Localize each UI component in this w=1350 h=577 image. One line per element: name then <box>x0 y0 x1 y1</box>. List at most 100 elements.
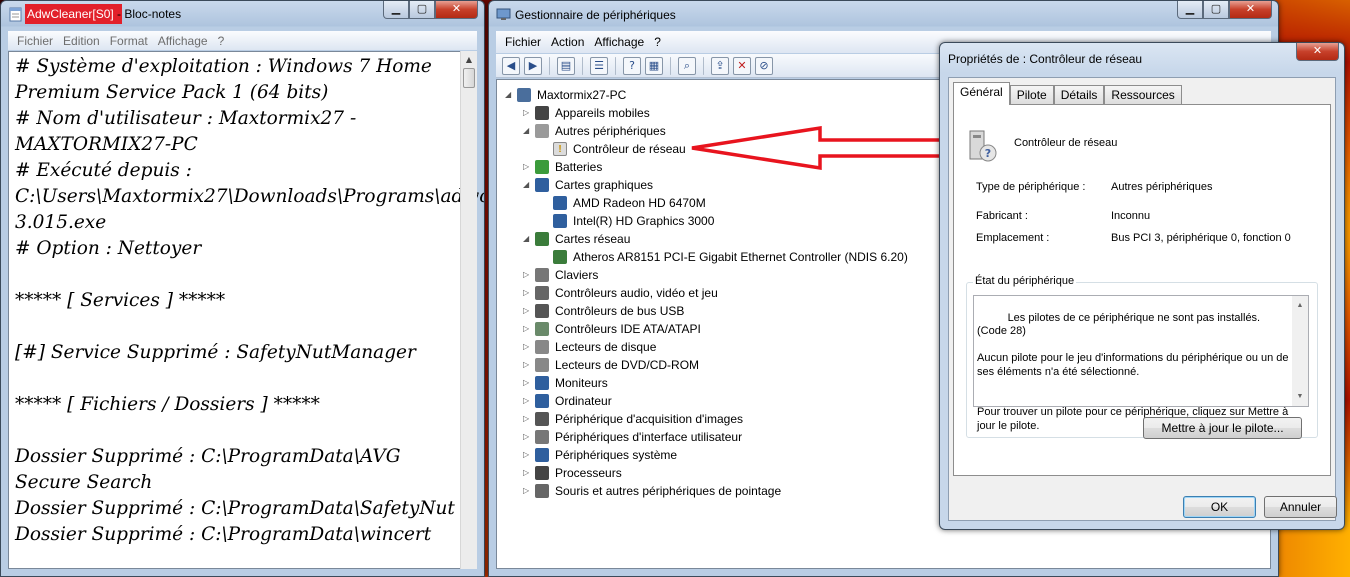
unknown-device-icon: ? <box>969 130 997 162</box>
expand-icon[interactable]: ▷ <box>523 338 529 356</box>
tree-item-label: Claviers <box>555 268 599 282</box>
menu-fichier[interactable]: Fichier <box>500 35 546 49</box>
maximize-button[interactable]: ▢ <box>1203 1 1229 19</box>
expand-icon[interactable]: ▷ <box>523 158 529 176</box>
tab-ressources[interactable]: Ressources <box>1104 85 1182 105</box>
ide-controller-icon <box>535 322 549 336</box>
tab-general[interactable]: Général <box>953 82 1010 105</box>
menu-format[interactable]: Format <box>105 34 153 48</box>
unknown-device-icon <box>535 124 549 138</box>
collapse-icon[interactable]: ◢ <box>505 86 511 104</box>
mobile-device-icon <box>535 106 549 120</box>
speaker-icon <box>535 286 549 300</box>
status-group-title: État du périphérique <box>973 275 1077 287</box>
collapse-icon[interactable]: ◢ <box>523 230 529 248</box>
expand-icon[interactable]: ▷ <box>523 104 529 122</box>
title-app-name: - Bloc-notes <box>113 7 182 21</box>
usb-icon <box>535 304 549 318</box>
view-icon[interactable]: ▦ <box>645 56 663 75</box>
expand-icon[interactable]: ▷ <box>523 392 529 410</box>
collapse-icon[interactable]: ◢ <box>523 122 529 140</box>
tree-item-label: Atheros AR8151 PCI-E Gigabit Ethernet Co… <box>573 250 908 264</box>
properties-icon[interactable]: ☰ <box>590 56 608 75</box>
close-button[interactable]: ✕ <box>1296 43 1339 61</box>
expand-icon[interactable]: ▷ <box>523 302 529 320</box>
expand-icon[interactable]: ▷ <box>523 284 529 302</box>
dvd-drive-icon <box>535 358 549 372</box>
tree-item-label: Batteries <box>555 160 603 174</box>
menu-affichage[interactable]: Affichage <box>589 35 649 49</box>
scan-hardware-icon[interactable]: ⌕ <box>678 56 696 75</box>
tree-item-label: Cartes graphiques <box>555 178 654 192</box>
monitor-icon <box>535 376 549 390</box>
battery-icon <box>535 160 549 174</box>
vertical-scrollbar[interactable]: ▲ <box>460 51 477 569</box>
scroll-up-icon[interactable]: ▲ <box>461 51 477 68</box>
tree-item-label: Contrôleurs audio, vidéo et jeu <box>555 286 718 300</box>
minimize-button[interactable]: ▁ <box>1177 1 1203 19</box>
type-value: Autres périphériques <box>1111 181 1213 193</box>
scroll-thumb[interactable] <box>463 68 475 88</box>
expand-icon[interactable]: ▷ <box>523 374 529 392</box>
status-scrollbar[interactable]: ▲ ▼ <box>1292 296 1308 406</box>
collapse-icon[interactable]: ◢ <box>523 176 529 194</box>
back-arrow-icon[interactable]: ◀ <box>502 56 520 75</box>
props-titlebar[interactable]: Propriétés de : Contrôleur de réseau ✕ <box>940 43 1344 71</box>
window-title: Gestionnaire de périphériques <box>515 8 676 22</box>
help-icon[interactable]: ? <box>623 56 641 75</box>
menu-help[interactable]: ? <box>649 35 666 49</box>
expand-icon[interactable]: ▷ <box>523 410 529 428</box>
expand-icon[interactable]: ▷ <box>523 320 529 338</box>
expand-icon[interactable]: ▷ <box>523 464 529 482</box>
menu-edition[interactable]: Edition <box>58 34 105 48</box>
devmgr-titlebar[interactable]: Gestionnaire de périphériques ▁ ▢ ✕ <box>489 1 1278 29</box>
display-adapter-icon <box>535 178 549 192</box>
processor-icon <box>535 466 549 480</box>
forward-arrow-icon[interactable]: ▶ <box>524 56 542 75</box>
expand-icon[interactable]: ▷ <box>523 446 529 464</box>
menu-fichier[interactable]: Fichier <box>12 34 58 48</box>
dialog-title: Propriétés de : Contrôleur de réseau <box>948 52 1143 66</box>
expand-icon[interactable]: ▷ <box>523 266 529 284</box>
maximize-button[interactable]: ▢ <box>409 1 435 19</box>
disk-drive-icon <box>535 340 549 354</box>
hid-icon <box>535 430 549 444</box>
title-highlight-text: AdwCleaner[S0] <box>27 7 114 21</box>
tree-item-label: Périphériques système <box>555 448 678 462</box>
expand-icon[interactable]: ▷ <box>523 356 529 374</box>
expand-icon[interactable]: ▷ <box>523 428 529 446</box>
menu-help[interactable]: ? <box>213 34 230 48</box>
red-arrow-annotation <box>691 125 946 171</box>
document-text[interactable]: # Système d'exploitation : Windows 7 Hom… <box>15 54 484 548</box>
menu-action[interactable]: Action <box>546 35 589 49</box>
window-title: AdwCleaner[S0] - Bloc-notes <box>27 7 181 21</box>
tree-item-label: Moniteurs <box>555 376 608 390</box>
text-editor-area[interactable]: # Système d'exploitation : Windows 7 Hom… <box>8 51 484 569</box>
tab-pilote[interactable]: Pilote <box>1009 85 1054 105</box>
notepad-icon <box>9 7 22 22</box>
show-hide-tree-icon[interactable]: ▤ <box>557 56 575 75</box>
expand-icon[interactable]: ▷ <box>523 482 529 500</box>
computer-icon <box>517 88 531 102</box>
update-driver-button[interactable]: Mettre à jour le pilote... <box>1143 417 1302 439</box>
status-textbox[interactable]: Les pilotes de ce périphérique ne sont p… <box>973 295 1309 432</box>
toolbar-separator <box>615 56 616 75</box>
svg-text:?: ? <box>985 147 991 160</box>
uninstall-icon[interactable]: ✕ <box>733 56 751 75</box>
tree-item-label: Lecteurs de disque <box>555 340 657 354</box>
tab-details[interactable]: Détails <box>1053 85 1105 105</box>
ok-button[interactable]: OK <box>1183 496 1256 518</box>
tree-item-label: Lecteurs de DVD/CD-ROM <box>555 358 700 372</box>
minimize-button[interactable]: ▁ <box>383 1 409 19</box>
menu-affichage[interactable]: Affichage <box>153 34 213 48</box>
close-button[interactable]: ✕ <box>1229 1 1272 19</box>
notepad-titlebar[interactable]: AdwCleaner[S0] - Bloc-notes ▁ ▢ ✕ <box>1 1 484 29</box>
tree-item-label: Autres périphériques <box>555 124 666 138</box>
close-button[interactable]: ✕ <box>435 1 478 19</box>
disable-device-icon[interactable]: ⊘ <box>755 56 773 75</box>
cancel-button[interactable]: Annuler <box>1264 496 1337 518</box>
update-driver-icon[interactable]: ⇪ <box>711 56 729 75</box>
display-adapter-icon <box>553 214 567 228</box>
dialog-body: Général Pilote Détails Ressources ? Cont… <box>948 77 1337 521</box>
tree-item-label: Appareils mobiles <box>555 106 650 120</box>
